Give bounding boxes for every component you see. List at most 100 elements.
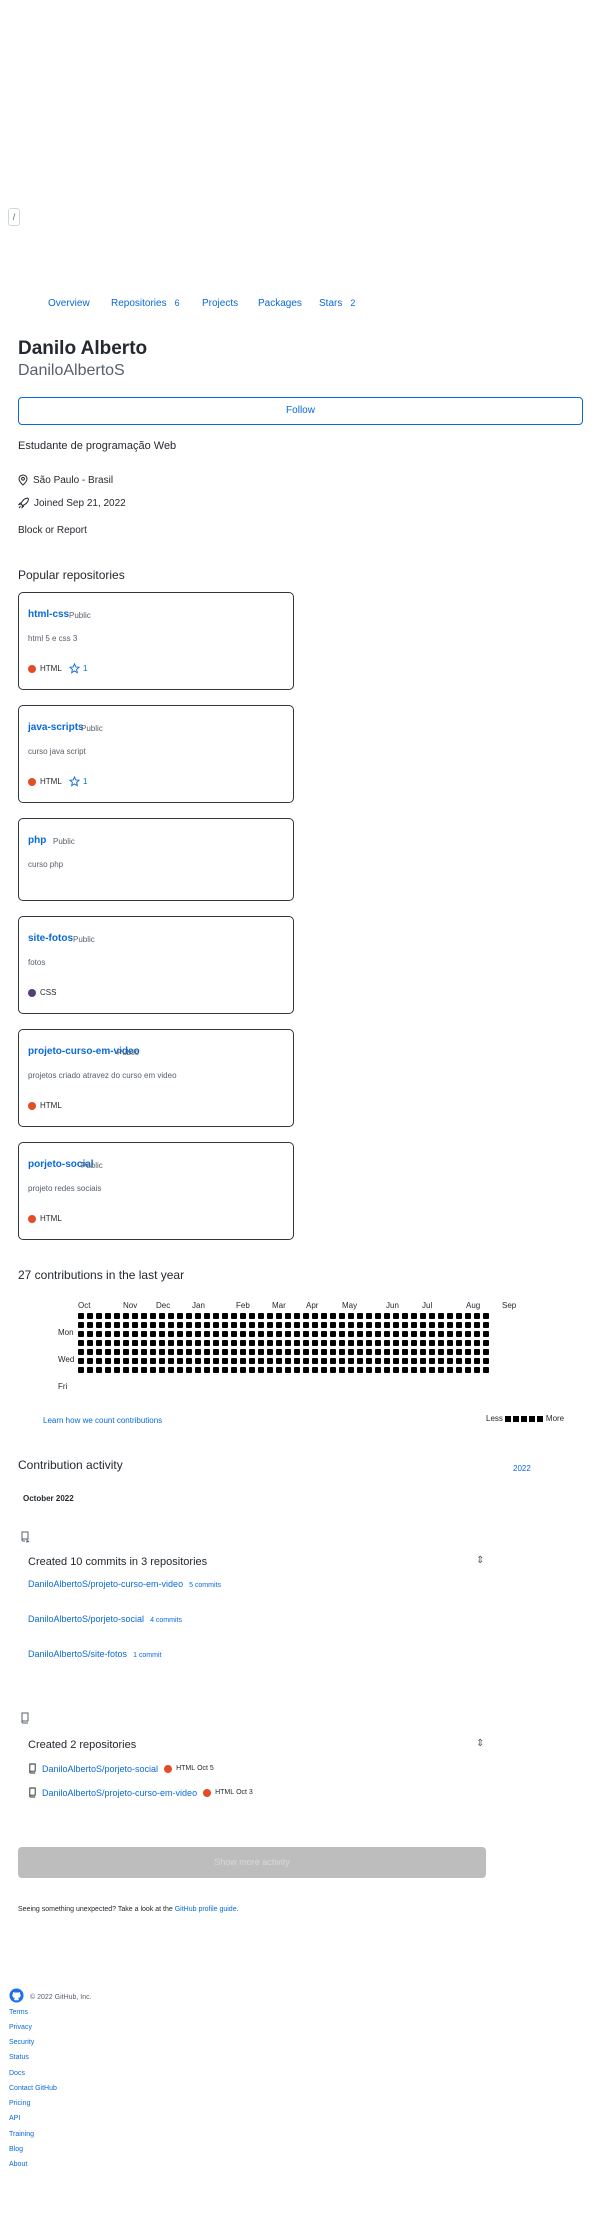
contribution-day: [348, 1367, 354, 1373]
footer-link-training[interactable]: Training: [9, 2131, 34, 2138]
contribution-day: [186, 1313, 192, 1319]
contribution-day: [267, 1358, 273, 1364]
contribution-day: [393, 1313, 399, 1319]
tab-repositories[interactable]: Repositories 6: [111, 298, 180, 309]
contribution-day: [96, 1322, 102, 1328]
contribution-day: [366, 1358, 372, 1364]
commit-repo-link[interactable]: DaniloAlbertoS/projeto-curso-em-video: [28, 1579, 183, 1589]
contribution-day: [330, 1367, 336, 1373]
contribution-day: [132, 1358, 138, 1364]
visibility-label: Public: [117, 1048, 139, 1057]
contribution-day: [411, 1313, 417, 1319]
repo-language: HTML: [28, 1101, 62, 1110]
commit-count-link[interactable]: 4 commits: [150, 1617, 182, 1624]
language-name: HTML: [215, 1789, 235, 1796]
year-link-2022[interactable]: 2022: [513, 1464, 531, 1473]
contribution-day: [429, 1322, 435, 1328]
contribution-day: [204, 1322, 210, 1328]
repo-name-link[interactable]: site-fotos: [28, 933, 73, 944]
contribution-day: [420, 1331, 426, 1337]
contribution-day: [456, 1358, 462, 1364]
repo-name-link[interactable]: html-css: [28, 609, 69, 620]
commit-repo-link[interactable]: DaniloAlbertoS/porjeto-social: [28, 1614, 144, 1624]
footer-link-about[interactable]: About: [9, 2161, 27, 2168]
contribution-day: [366, 1340, 372, 1346]
copyright-text: © 2022 GitHub, Inc.: [30, 1994, 92, 2001]
fold-icon[interactable]: ⇕: [476, 1555, 484, 1566]
commit-count-link[interactable]: 1 commit: [133, 1652, 161, 1659]
contribution-day: [267, 1322, 273, 1328]
tab-stars[interactable]: Stars 2: [319, 298, 355, 309]
contribution-day: [213, 1367, 219, 1373]
repo-name-link[interactable]: php: [28, 835, 46, 846]
contribution-day: [105, 1340, 111, 1346]
visibility-label: Public: [81, 724, 103, 733]
contribution-day: [186, 1358, 192, 1364]
footer-link-pricing[interactable]: Pricing: [9, 2100, 30, 2107]
footer-link-security[interactable]: Security: [9, 2039, 34, 2046]
contribution-day: [195, 1331, 201, 1337]
footer-link-terms[interactable]: Terms: [9, 2009, 28, 2016]
contribution-day: [348, 1313, 354, 1319]
created-repo-meta: HTML Oct 5: [164, 1764, 214, 1773]
footer-link-privacy[interactable]: Privacy: [9, 2024, 32, 2031]
contribution-day: [159, 1331, 165, 1337]
activity-month-label: October 2022: [23, 1494, 74, 1503]
contribution-day: [132, 1331, 138, 1337]
contribution-day: [249, 1340, 255, 1346]
learn-contributions-link[interactable]: Learn how we count contributions: [43, 1416, 162, 1425]
contribution-day: [213, 1358, 219, 1364]
tab-projects[interactable]: Projects: [202, 298, 238, 309]
profile-guide-link[interactable]: GitHub profile guide: [175, 1906, 237, 1913]
github-logo-icon[interactable]: [9, 1988, 24, 2008]
contribution-day: [357, 1340, 363, 1346]
tab-counter: 6: [174, 298, 180, 308]
contribution-day: [150, 1358, 156, 1364]
commit-repo-item: DaniloAlbertoS/site-fotos 1 commit: [28, 1649, 161, 1659]
contribution-day: [231, 1358, 237, 1364]
repo-stars-link[interactable]: 1: [69, 776, 87, 787]
contribution-day: [348, 1322, 354, 1328]
created-repo-meta: HTML Oct 3: [203, 1788, 253, 1797]
contribution-day: [249, 1349, 255, 1355]
repo-stars-link[interactable]: 1: [69, 663, 87, 674]
contribution-day: [474, 1367, 480, 1373]
contribution-day: [366, 1313, 372, 1319]
footer-link-blog[interactable]: Blog: [9, 2146, 23, 2153]
sidebar-toggle-button[interactable]: /: [8, 208, 20, 226]
block-report-link[interactable]: Block or Report: [18, 525, 87, 536]
contribution-day: [150, 1367, 156, 1373]
commit-count-link[interactable]: 5 commits: [189, 1582, 221, 1589]
contributions-heading: 27 contributions in the last year: [18, 1268, 185, 1282]
contribution-day: [483, 1367, 489, 1373]
contribution-day: [357, 1358, 363, 1364]
commit-repo-link[interactable]: DaniloAlbertoS/site-fotos: [28, 1649, 127, 1659]
created-repo-link[interactable]: DaniloAlbertoS/porjeto-social: [42, 1764, 158, 1774]
contribution-day: [159, 1349, 165, 1355]
contribution-day: [123, 1349, 129, 1355]
follow-button[interactable]: Follow: [18, 397, 583, 425]
contribution-day: [132, 1313, 138, 1319]
legend-square: [520, 1415, 527, 1422]
fold-icon[interactable]: ⇕: [476, 1738, 484, 1749]
footer-link-api[interactable]: API: [9, 2115, 20, 2122]
footer-link-status[interactable]: Status: [9, 2054, 29, 2061]
contribution-day: [465, 1367, 471, 1373]
contribution-day: [213, 1340, 219, 1346]
contribution-day: [312, 1322, 318, 1328]
contribution-day: [78, 1358, 84, 1364]
contribution-day: [96, 1331, 102, 1337]
footer-link-docs[interactable]: Docs: [9, 2070, 25, 2077]
created-repo-link[interactable]: DaniloAlbertoS/projeto-curso-em-video: [42, 1788, 197, 1798]
show-more-activity-button[interactable]: Show more activity: [18, 1847, 486, 1878]
footer-link-contact[interactable]: Contact GitHub: [9, 2085, 57, 2092]
contribution-day: [411, 1349, 417, 1355]
contribution-day: [141, 1367, 147, 1373]
contribution-day: [204, 1358, 210, 1364]
tab-overview[interactable]: Overview: [48, 298, 90, 309]
contribution-day: [303, 1322, 309, 1328]
repo-name-link[interactable]: java-scripts: [28, 722, 84, 733]
tab-packages[interactable]: Packages: [258, 298, 302, 309]
contribution-day: [141, 1322, 147, 1328]
contribution-day: [420, 1340, 426, 1346]
